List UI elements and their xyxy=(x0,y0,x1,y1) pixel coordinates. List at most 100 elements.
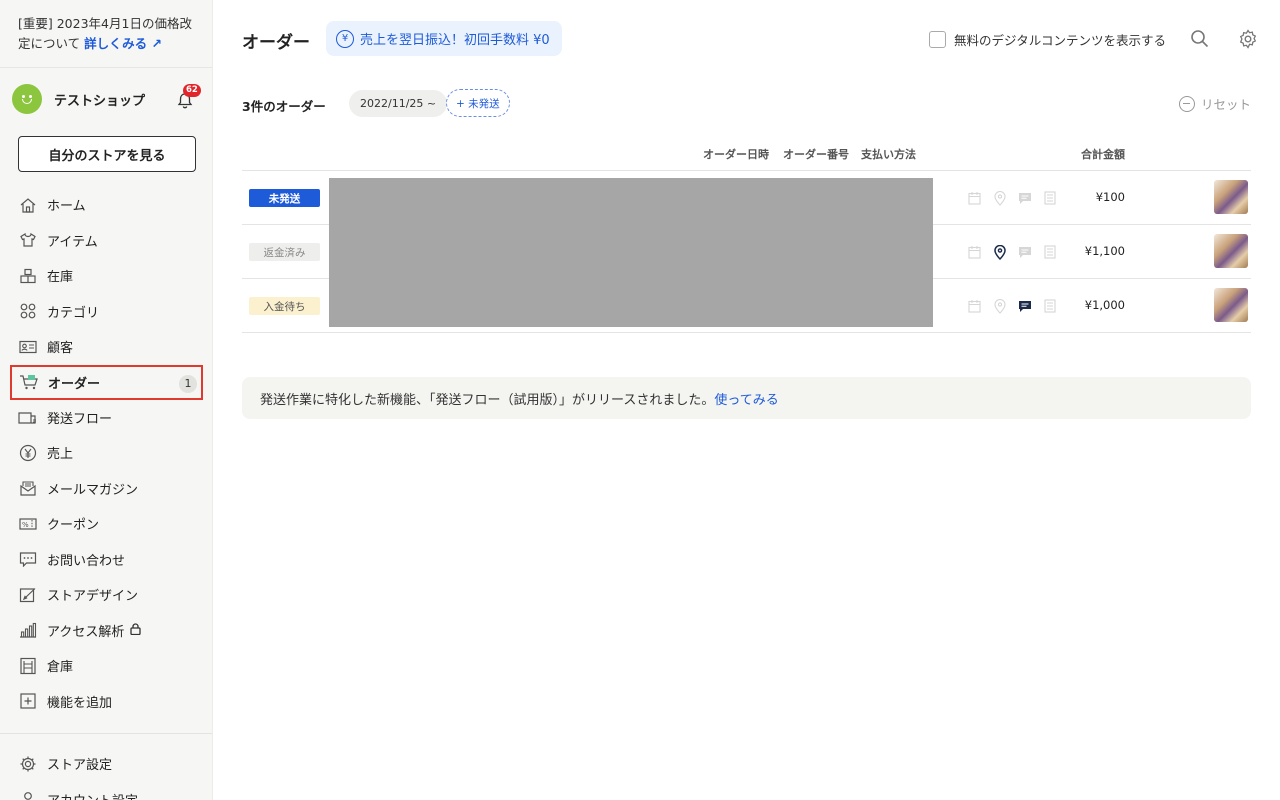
view-store-button[interactable]: 自分のストアを見る xyxy=(18,136,196,172)
notification-count-badge: 62 xyxy=(183,84,201,97)
notice-link[interactable]: 詳しくみる ↗ xyxy=(84,36,162,51)
memo-icon xyxy=(1037,242,1062,262)
status-badge: 返金済み xyxy=(249,243,320,261)
yen-coin-icon: ¥ xyxy=(336,29,354,48)
gear-icon xyxy=(18,755,38,773)
sidebar-item-label: ストアデザイン xyxy=(47,589,139,605)
date-filter-chip[interactable]: 2022/11/25 ~ xyxy=(349,90,448,117)
sidebar-item-label: ストア設定 xyxy=(47,758,113,774)
column-order-date[interactable]: オーダー日時 xyxy=(703,146,769,162)
message-icon xyxy=(1012,296,1037,316)
column-order-number[interactable]: オーダー番号 xyxy=(783,146,849,162)
message-icon xyxy=(1012,242,1037,262)
column-payment-method[interactable]: 支払い方法 xyxy=(861,146,916,162)
orders-table-header: オーダー日時 オーダー番号 支払い方法 合計金額 xyxy=(242,136,1251,171)
sidebar-item-shipping-flow[interactable]: 発送フロー xyxy=(0,400,212,436)
reset-filters-button[interactable]: リセット xyxy=(1178,94,1251,113)
home-icon xyxy=(18,196,38,214)
sidebar-item-label: メールマガジン xyxy=(47,482,139,498)
yen-icon xyxy=(18,444,38,462)
location-pin-icon xyxy=(987,188,1012,208)
row-indicator-icons xyxy=(962,242,1062,262)
sidebar-item-label: アカウント設定 xyxy=(47,790,138,800)
sidebar-item-warehouse[interactable]: 倉庫 xyxy=(0,648,212,684)
shop-header: テストショップ 62 xyxy=(12,82,201,116)
shirt-icon xyxy=(18,231,38,249)
memo-icon xyxy=(1037,296,1062,316)
search-icon[interactable] xyxy=(1190,29,1210,53)
sidebar-item-add-feature[interactable]: 機能を追加 xyxy=(0,684,212,720)
design-icon xyxy=(18,586,38,604)
minus-circle-icon xyxy=(1178,95,1195,112)
item-thumbnail xyxy=(1214,288,1248,322)
row-indicator-icons xyxy=(962,188,1062,208)
page-title: オーダー xyxy=(242,33,310,53)
settings-gear-icon[interactable] xyxy=(1238,29,1258,53)
sidebar: [重要] 2023年4月1日の価格改定について 詳しくみる ↗ テストショップ … xyxy=(0,0,213,800)
message-icon xyxy=(1012,188,1037,208)
sidebar-item-customers[interactable]: 顧客 xyxy=(0,329,212,365)
promo-text: 売上を翌日振込！初回手数料 ¥0 xyxy=(360,33,550,48)
sidebar-nav: ホーム アイテム 在庫 カテゴリ 顧客 オーダー 1 発送フロー 売上 メールマ… xyxy=(0,187,212,719)
grid-icon xyxy=(18,302,38,320)
redacted-order-details xyxy=(329,178,933,327)
main-content: オーダー ¥ 売上を翌日振込！初回手数料 ¥0 無料のデジタルコンテンツを表示す… xyxy=(214,0,1280,800)
sidebar-item-analytics[interactable]: アクセス解析 xyxy=(0,613,212,649)
notification-bell[interactable]: 62 xyxy=(174,84,201,110)
sidebar-item-coupon[interactable]: % クーポン xyxy=(0,506,212,542)
user-icon xyxy=(18,790,38,800)
memo-icon xyxy=(1037,188,1062,208)
free-content-label: 無料のデジタルコンテンツを表示する xyxy=(953,33,1166,48)
cart-icon xyxy=(19,373,39,391)
sidebar-item-orders[interactable]: オーダー 1 xyxy=(10,364,203,400)
item-thumbnail xyxy=(1214,180,1248,214)
svg-text:%: % xyxy=(22,521,29,529)
sidebar-item-newsletter[interactable]: メールマガジン xyxy=(0,471,212,507)
sidebar-item-home[interactable]: ホーム xyxy=(0,187,212,223)
sidebar-item-inventory[interactable]: 在庫 xyxy=(0,258,212,294)
shipping-icon xyxy=(18,408,38,426)
sidebar-item-items[interactable]: アイテム xyxy=(0,223,212,259)
order-total: ¥100 xyxy=(1095,190,1125,204)
try-it-link[interactable]: 使ってみる xyxy=(714,389,778,408)
shop-avatar[interactable] xyxy=(12,84,42,114)
sidebar-item-label: カテゴリ xyxy=(47,305,100,321)
instant-payout-promo[interactable]: ¥ 売上を翌日振込！初回手数料 ¥0 xyxy=(326,21,562,56)
sidebar-item-category[interactable]: カテゴリ xyxy=(0,294,212,330)
warehouse-icon xyxy=(18,657,38,675)
shipping-flow-announcement: 発送作業に特化した新機能、「発送フロー（試用版）」がリリースされました。 使って… xyxy=(242,377,1251,419)
calendar-icon xyxy=(962,242,987,262)
free-content-checkbox[interactable] xyxy=(928,31,946,48)
sidebar-item-inquiry[interactable]: お問い合わせ xyxy=(0,542,212,578)
mail-icon xyxy=(18,479,38,497)
sidebar-item-sales[interactable]: 売上 xyxy=(0,435,212,471)
price-notice: [重要] 2023年4月1日の価格改定について 詳しくみる ↗ xyxy=(0,0,212,68)
sidebar-item-label: 倉庫 xyxy=(47,660,74,676)
coupon-icon: % xyxy=(18,515,38,533)
sidebar-item-label: 在庫 xyxy=(47,270,74,286)
order-total: ¥1,100 xyxy=(1084,244,1125,258)
sidebar-item-label: お問い合わせ xyxy=(47,553,126,569)
sidebar-item-account-settings[interactable]: アカウント設定 xyxy=(0,782,212,800)
order-total: ¥1,000 xyxy=(1084,298,1125,312)
location-pin-icon xyxy=(987,242,1012,262)
item-thumbnail xyxy=(1214,234,1248,268)
chat-icon xyxy=(18,550,38,568)
sidebar-item-store-settings[interactable]: ストア設定 xyxy=(0,746,212,782)
boxes-icon xyxy=(18,267,38,285)
sidebar-item-store-design[interactable]: ストアデザイン xyxy=(0,577,212,613)
sidebar-item-label: アイテム xyxy=(47,234,98,250)
free-content-toggle[interactable]: 無料のデジタルコンテンツを表示する xyxy=(928,30,1166,49)
sidebar-divider xyxy=(0,733,212,734)
orders-count-badge: 1 xyxy=(179,374,197,393)
sidebar-item-label: 顧客 xyxy=(47,341,74,357)
order-count: 3件のオーダー xyxy=(242,99,326,114)
status-badge: 入金待ち xyxy=(249,297,320,315)
status-badge: 未発送 xyxy=(249,189,320,207)
add-filter-chip[interactable]: + 未発送 xyxy=(446,89,510,117)
shop-name[interactable]: テストショップ xyxy=(54,90,174,109)
sidebar-item-label: ホーム xyxy=(47,199,86,215)
sidebar-bottom-nav: ストア設定 アカウント設定 xyxy=(0,746,212,800)
column-total[interactable]: 合計金額 xyxy=(1081,146,1125,162)
sidebar-item-label: 売上 xyxy=(47,447,74,463)
